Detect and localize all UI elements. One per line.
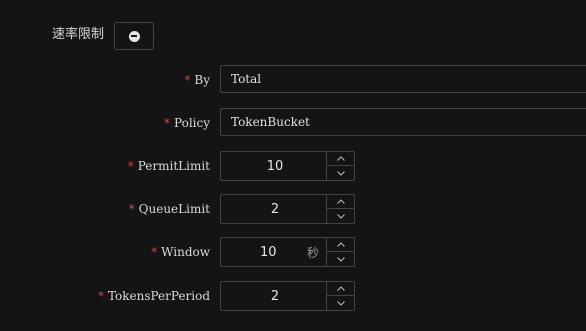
required-mark: * bbox=[151, 245, 158, 259]
chevron-down-icon bbox=[336, 300, 345, 306]
policy-label: * Policy bbox=[164, 108, 210, 138]
required-mark: * bbox=[164, 116, 170, 130]
decrement-button[interactable] bbox=[327, 296, 354, 310]
form-row-tokens-per-period: * TokensPerPeriod 2 bbox=[0, 281, 586, 311]
window-value[interactable]: 10 bbox=[221, 238, 301, 266]
required-mark: * bbox=[127, 159, 134, 173]
chevron-down-icon bbox=[336, 170, 345, 176]
increment-button[interactable] bbox=[327, 282, 354, 296]
window-stepper[interactable]: 10 秒 bbox=[220, 237, 355, 267]
queue-limit-label-text: QueueLimit bbox=[138, 202, 210, 216]
increment-button[interactable] bbox=[327, 238, 354, 252]
chevron-up-icon bbox=[336, 199, 345, 204]
required-mark: * bbox=[128, 202, 135, 216]
by-label-text: By bbox=[194, 73, 210, 87]
queue-limit-stepper[interactable]: 2 bbox=[220, 194, 355, 224]
remove-section-button[interactable] bbox=[114, 22, 154, 50]
stepper-controls bbox=[326, 152, 354, 180]
decrement-button[interactable] bbox=[327, 209, 354, 223]
chevron-up-icon bbox=[336, 242, 345, 247]
decrement-button[interactable] bbox=[327, 252, 354, 266]
tokens-per-period-label: * TokensPerPeriod bbox=[98, 281, 210, 311]
window-label: * Window bbox=[151, 237, 210, 267]
permit-limit-label-text: PermitLimit bbox=[137, 159, 210, 173]
chevron-down-icon bbox=[336, 213, 345, 219]
tokens-per-period-value[interactable]: 2 bbox=[221, 282, 329, 310]
chevron-down-icon bbox=[336, 256, 345, 262]
permit-limit-label: * PermitLimit bbox=[128, 151, 210, 181]
window-label-text: Window bbox=[161, 245, 210, 259]
increment-button[interactable] bbox=[327, 195, 354, 209]
tokens-per-period-stepper[interactable]: 2 bbox=[220, 281, 355, 311]
policy-label-text: Policy bbox=[174, 116, 210, 130]
form-row-policy: * Policy TokenBucket bbox=[0, 108, 586, 138]
by-input[interactable]: Total bbox=[220, 65, 586, 93]
required-mark: * bbox=[97, 289, 104, 303]
queue-limit-label: * QueueLimit bbox=[129, 194, 210, 224]
section-title: 速率限制 bbox=[52, 27, 105, 42]
minus-circle-icon bbox=[128, 30, 140, 42]
stepper-controls bbox=[326, 282, 354, 310]
policy-input[interactable]: TokenBucket bbox=[220, 108, 586, 136]
window-unit: 秒 bbox=[307, 245, 320, 260]
chevron-up-icon bbox=[336, 156, 345, 161]
form-row-by: * By Total bbox=[0, 65, 586, 95]
chevron-up-icon bbox=[336, 286, 345, 291]
required-mark: * bbox=[184, 73, 191, 87]
decrement-button[interactable] bbox=[327, 166, 354, 180]
stepper-controls bbox=[326, 195, 354, 223]
form-row-permit-limit: * PermitLimit 10 bbox=[0, 151, 586, 181]
form-row-window: * Window 10 秒 bbox=[0, 237, 586, 267]
by-label: * By bbox=[184, 65, 210, 95]
tokens-per-period-label-text: TokensPerPeriod bbox=[107, 289, 210, 303]
rate-limit-panel: 速率限制 * By Total * Policy TokenBucket * P… bbox=[0, 0, 586, 331]
permit-limit-value[interactable]: 10 bbox=[221, 152, 329, 180]
queue-limit-value[interactable]: 2 bbox=[221, 195, 329, 223]
permit-limit-stepper[interactable]: 10 bbox=[220, 151, 355, 181]
form-row-queue-limit: * QueueLimit 2 bbox=[0, 194, 586, 224]
stepper-controls bbox=[326, 238, 354, 266]
increment-button[interactable] bbox=[327, 152, 354, 166]
